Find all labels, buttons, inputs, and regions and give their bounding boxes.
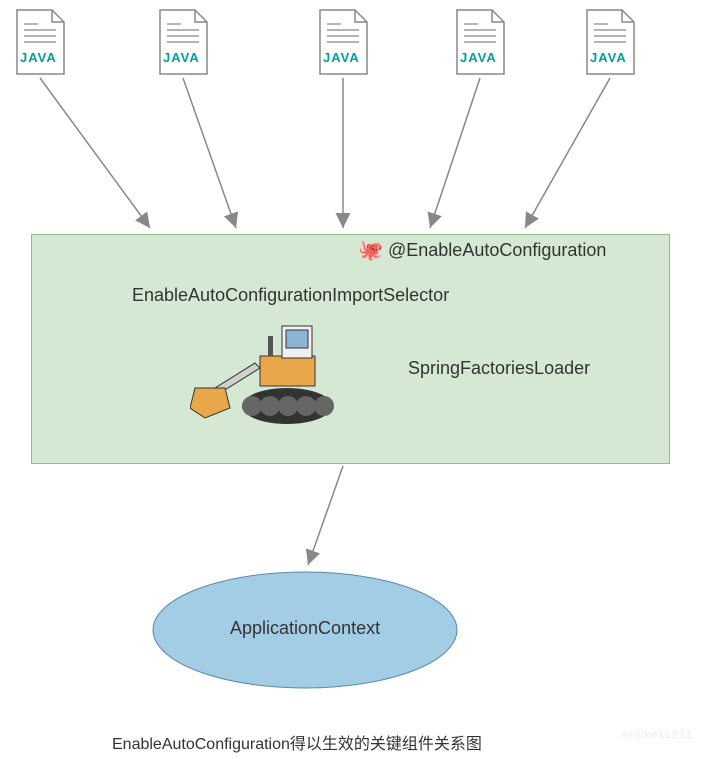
octopus-icon: 🐙 <box>358 238 382 262</box>
diagram-caption: EnableAutoConfiguration得以生效的关键组件关系图 <box>112 730 482 754</box>
arrows-top <box>0 0 701 240</box>
application-context-label: ApplicationContext <box>230 618 380 639</box>
import-selector-label: EnableAutoConfigurationImportSelector <box>132 285 449 306</box>
arrow-to-context <box>0 460 701 580</box>
enable-annotation-label: @EnableAutoConfiguration <box>388 240 606 261</box>
spring-factories-loader-label: SpringFactoriesLoader <box>408 358 590 379</box>
bulldozer-icon <box>190 308 360 448</box>
watermark-text: et/jike11231 <box>622 729 693 741</box>
